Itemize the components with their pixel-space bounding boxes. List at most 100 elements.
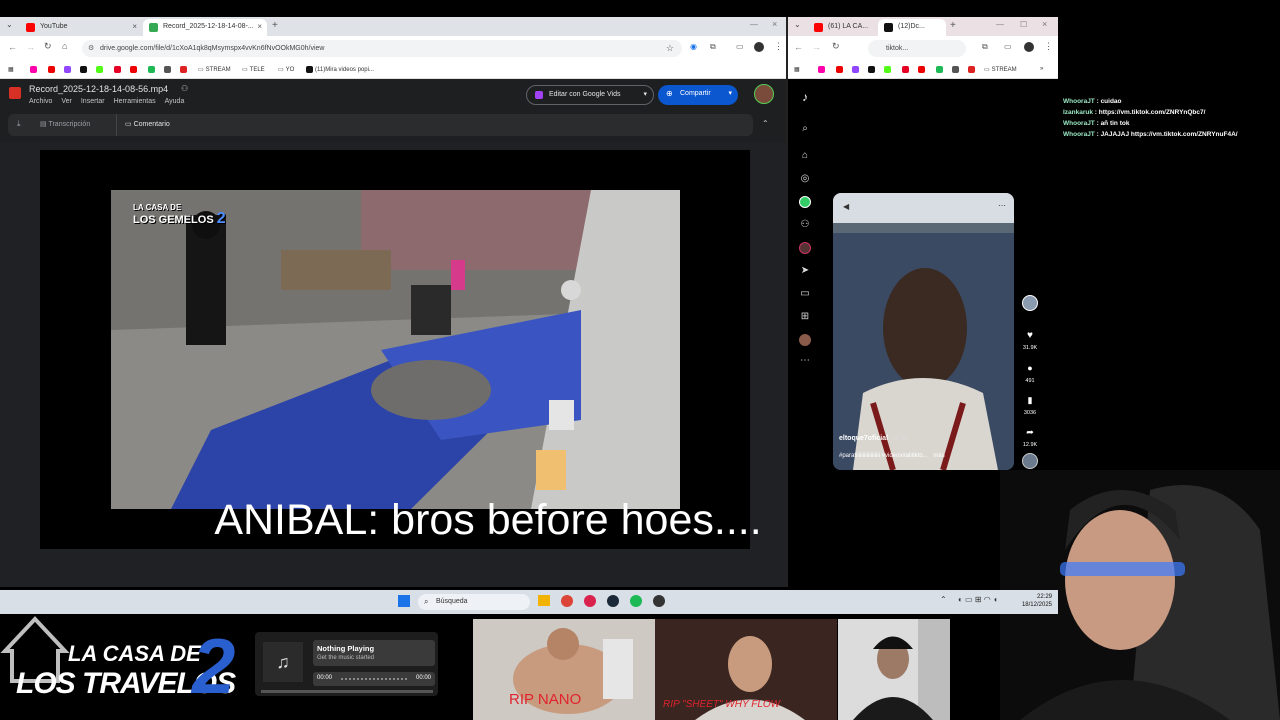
more-options-icon[interactable]: ⋯: [998, 201, 1006, 210]
bookmark-folder-yo[interactable]: ▭ YO: [278, 66, 294, 74]
minimize-icon[interactable]: —: [750, 20, 758, 29]
tab-tiktok[interactable]: (12)Dc...: [878, 19, 946, 36]
bookmark-icon-5[interactable]: [96, 66, 103, 73]
tab-list-chevron-icon[interactable]: ⌄: [794, 20, 801, 29]
app-red-icon[interactable]: [584, 595, 596, 607]
apps-grid-icon[interactable]: ▦: [8, 66, 14, 73]
bookmark-icon-3[interactable]: [64, 66, 71, 73]
address-bar[interactable]: tiktok...: [868, 40, 966, 57]
bookmark-folder-tele[interactable]: ▭ TELE: [242, 66, 265, 74]
bookmark-icon-8[interactable]: [148, 66, 155, 73]
activity-icon[interactable]: ▭: [799, 288, 811, 300]
bookmark-icon-7[interactable]: [918, 66, 925, 73]
search-icon[interactable]: ⌕: [799, 123, 811, 135]
bookmark-icon-2[interactable]: [48, 66, 55, 73]
maximize-icon[interactable]: ☐: [1020, 20, 1027, 29]
bookmark-icon-3[interactable]: [852, 66, 859, 73]
extensions-icon[interactable]: ⧉: [982, 42, 988, 52]
comment-button[interactable]: ▭ Comentario: [125, 120, 170, 128]
chevron-down-icon[interactable]: ▾: [728, 89, 732, 97]
home-icon[interactable]: ⌂: [799, 150, 811, 162]
steam-icon[interactable]: [607, 595, 619, 607]
more-icon[interactable]: ⋯: [799, 355, 811, 367]
share-button[interactable]: ➦ 12.9K: [1018, 422, 1042, 448]
bookmark-icon-6[interactable]: [114, 66, 121, 73]
start-windows-icon[interactable]: [398, 595, 410, 607]
obs-icon[interactable]: [653, 595, 665, 607]
bookmark-icon-9[interactable]: [164, 66, 171, 73]
taskbar-search[interactable]: ⌕ Búsqueda: [418, 594, 530, 610]
bookmark-icon-9[interactable]: [952, 66, 959, 73]
bookmark-icon-6[interactable]: [902, 66, 909, 73]
bookmark-star-icon[interactable]: ☆: [666, 43, 674, 54]
cast-icon[interactable]: ▭: [1004, 42, 1012, 51]
reload-icon[interactable]: ↻: [44, 41, 52, 52]
tiktok-video[interactable]: ◀ ⋯ eltoque7oficial · 2-11 #paratiiiiiii…: [833, 193, 1014, 470]
reload-icon[interactable]: ↻: [832, 41, 840, 52]
bookmark-icon-4[interactable]: [80, 66, 87, 73]
bookmark-folder-stream[interactable]: ▭ STREAM: [198, 66, 231, 74]
menu-ayuda[interactable]: Ayuda: [165, 98, 185, 105]
tray-icons[interactable]: ◐ ▭ ⊞ ◠ ◖: [958, 595, 998, 604]
close-icon[interactable]: ×: [257, 22, 262, 31]
more-bookmarks-icon[interactable]: »: [1040, 66, 1043, 72]
new-tab-button[interactable]: +: [272, 20, 278, 31]
comments-button[interactable]: ● 491: [1018, 358, 1042, 384]
video-hashtags[interactable]: #paratiiiiiiiiiiiiiiiiii #videoviralitik…: [839, 453, 928, 459]
save-button[interactable]: ▮ 3036: [1018, 390, 1042, 416]
bookmark-folder-stream[interactable]: ▭ STREAM: [984, 66, 1017, 74]
profile-avatar[interactable]: [1024, 42, 1034, 52]
bookmark-icon-2[interactable]: [836, 66, 843, 73]
menu-archivo[interactable]: Archivo: [29, 98, 52, 105]
file-name[interactable]: Record_2025-12-18-14-08-56.mp4: [29, 84, 168, 94]
video-author[interactable]: eltoque7oficial: [839, 435, 888, 442]
tab-drive-record[interactable]: Record_2025-12-18-14-08-... ×: [143, 19, 267, 36]
tab-youtube-live[interactable]: (61) LA CA...: [808, 19, 876, 36]
menu-insertar[interactable]: Insertar: [81, 98, 105, 105]
close-window-icon[interactable]: ×: [772, 19, 777, 29]
transcription-button[interactable]: ▤ Transcripción: [40, 120, 90, 128]
share-button[interactable]: ⊕ Compartir ▾: [658, 85, 738, 105]
profile-avatar[interactable]: [799, 334, 811, 346]
cast-icon[interactable]: ▭: [736, 42, 744, 51]
tab-list-chevron-icon[interactable]: ⌄: [6, 20, 13, 29]
chevron-down-icon[interactable]: ▾: [643, 90, 647, 98]
back-icon[interactable]: ←: [794, 42, 803, 52]
profile-avatar[interactable]: [754, 42, 764, 52]
bookmark-icon-7[interactable]: [130, 66, 137, 73]
menu-herramientas[interactable]: Herramientas: [114, 98, 156, 105]
audio-icon[interactable]: ◉: [690, 42, 697, 51]
bookmark-icon-5[interactable]: [884, 66, 891, 73]
more-link[interactable]: más: [933, 453, 944, 459]
bookmark-icon-1[interactable]: [30, 66, 37, 73]
more-menu-icon[interactable]: ⋮: [774, 41, 783, 52]
close-icon[interactable]: ×: [132, 22, 137, 31]
tray-chevron-icon[interactable]: ⌃: [940, 595, 947, 604]
back-icon[interactable]: ←: [8, 42, 17, 52]
menu-ver[interactable]: Ver: [61, 98, 72, 105]
live-avatar[interactable]: [799, 242, 811, 254]
volume-icon[interactable]: ◀: [843, 202, 849, 211]
apps-grid-icon[interactable]: ▦: [794, 66, 800, 73]
friends-icon[interactable]: ⚇: [799, 219, 811, 231]
site-info-icon[interactable]: ⚙: [88, 44, 94, 52]
bookmark-icon-1[interactable]: [818, 66, 825, 73]
chrome-icon[interactable]: [561, 595, 573, 607]
spotify-icon[interactable]: [630, 595, 642, 607]
home-icon[interactable]: ⌂: [62, 41, 67, 51]
close-window-icon[interactable]: ×: [1042, 19, 1047, 29]
bookmark-icon-4[interactable]: [868, 66, 875, 73]
video-player[interactable]: LA CASA DE LOS GEMELOS 2: [40, 150, 750, 549]
more-menu-icon[interactable]: ⋮: [1044, 41, 1053, 52]
collapse-chevron-icon[interactable]: ⌃: [762, 119, 769, 128]
like-button[interactable]: ♥ 31.9K: [1018, 325, 1042, 351]
bookmark-tiktok[interactable]: (11)Mira videos popi...: [306, 66, 374, 73]
bookmark-icon-10[interactable]: [968, 66, 975, 73]
address-bar[interactable]: ⚙ drive.google.com/file/d/1cXoA1qk8qMsym…: [82, 40, 682, 57]
clock[interactable]: 22:29 18/12/2025: [1022, 593, 1052, 609]
forward-icon[interactable]: →: [26, 42, 35, 52]
new-tab-button[interactable]: +: [950, 20, 956, 31]
messages-icon[interactable]: ➤: [799, 265, 811, 277]
upload-icon[interactable]: ⊞: [799, 311, 811, 323]
file-explorer-icon[interactable]: [538, 595, 550, 606]
